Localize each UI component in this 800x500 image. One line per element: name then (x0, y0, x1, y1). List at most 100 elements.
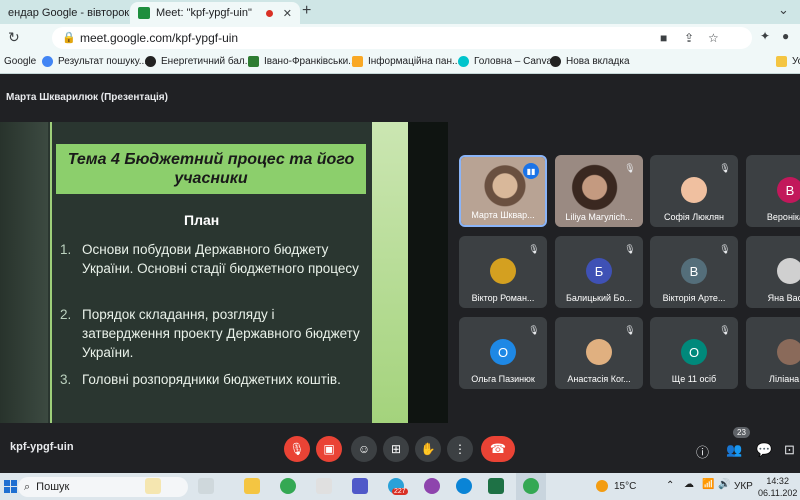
extensions-icon[interactable]: ✦ (760, 29, 770, 43)
item-number: 1. (60, 242, 72, 257)
bookmark-ivano-frankivsk[interactable]: Івано-Франківськи... (248, 56, 357, 67)
bookmark-label: Івано-Франківськи... (264, 56, 357, 67)
participant-count-badge: 23 (733, 427, 750, 438)
lock-icon[interactable]: 🔒 (62, 31, 76, 44)
mic-off-button[interactable]: 🎙 (284, 436, 310, 462)
bookmarks-bar: Google Результат пошуку... Енергетичний … (0, 52, 800, 74)
participant-tile[interactable]: В🎙Вероніка Н (746, 155, 800, 227)
present-button[interactable]: ⊞ (383, 436, 409, 462)
bookmark-energy[interactable]: Енергетичний бал... (145, 56, 253, 67)
file-explorer-icon[interactable] (244, 478, 260, 494)
widget-icon[interactable] (145, 478, 161, 494)
wifi-icon[interactable]: 📶 (702, 479, 714, 490)
bookmark-search-result[interactable]: Результат пошуку... (42, 56, 147, 67)
chat-icon[interactable]: 💬 (756, 442, 772, 458)
edge-icon[interactable] (456, 478, 472, 494)
participant-tile[interactable]: О 🎙 Ольга Пазинюк (459, 317, 547, 389)
participant-name: Марта Шквар... (471, 210, 535, 220)
item-number: 2. (60, 307, 72, 322)
omnibox[interactable]: 🔒 meet.google.com/kpf-ypgf-uin ■ ⇪ ☆ (52, 27, 752, 49)
presentation-slide: Тема 4 Бюджетний процес та його учасники… (0, 122, 448, 423)
tab-meet[interactable]: Meet: "kpf-ypgf-uin" ✕ (130, 2, 300, 24)
camera-icon[interactable]: ■ (660, 31, 667, 45)
mic-muted-icon: 🎙 (528, 324, 540, 335)
viber-icon[interactable] (424, 478, 440, 494)
excel-icon[interactable] (488, 478, 504, 494)
participant-tile[interactable]: О 🎙 Ще 11 осіб (650, 317, 738, 389)
mic-muted-icon: 🎙 (624, 324, 636, 335)
raise-hand-button[interactable]: ✋ (415, 436, 441, 462)
onedrive-icon[interactable]: ☁ (684, 479, 694, 490)
info-icon[interactable]: ⓘ (696, 442, 709, 461)
url-text[interactable]: meet.google.com/kpf-ypgf-uin (80, 31, 238, 45)
participant-tile[interactable]: 🎙 Софія Люклян (650, 155, 738, 227)
slide-plan-heading: План (184, 212, 220, 228)
participant-tile[interactable]: 🎙 Віктор Роман... (459, 236, 547, 308)
bookmark-label: Google (4, 56, 37, 67)
new-tab-icon[interactable]: + (302, 2, 311, 20)
profile-icon[interactable]: ● (782, 29, 789, 43)
bookmark-google[interactable]: Google (4, 56, 36, 67)
volume-icon[interactable]: 🔊 (718, 479, 730, 490)
slide-title: Тема 4 Бюджетний процес та його учасники (67, 150, 355, 187)
participant-tile[interactable]: 🎙 Анастасія Ког... (555, 317, 643, 389)
chrome-active-icon[interactable] (523, 478, 539, 494)
all-bookmarks[interactable]: Усі (776, 56, 800, 67)
participant-tile[interactable]: 🎙Ліліана Го (746, 317, 800, 389)
task-view-icon[interactable] (198, 478, 214, 494)
more-vert-icon: ⋮ (454, 442, 466, 456)
tray-chevron-icon[interactable]: ⌃ (666, 480, 674, 491)
tab-close-icon[interactable]: ✕ (283, 7, 292, 20)
tab-calendar[interactable]: ендар Google - вівторок, 7 ✕ (0, 2, 130, 24)
bookmark-new-tab[interactable]: Нова вкладка (550, 56, 630, 67)
participant-tile[interactable]: Б 🎙 Балицький Бо... (555, 236, 643, 308)
teams-icon[interactable] (352, 478, 368, 494)
globe-icon (145, 56, 156, 67)
participant-avatar (777, 258, 800, 284)
weather-temp[interactable]: 15°C (614, 481, 636, 492)
site-icon (248, 56, 259, 67)
minimize-icon[interactable]: ⌄ (778, 2, 789, 18)
search-label: Пошук (36, 481, 70, 493)
participant-tile[interactable]: 🎙Яна Васил (746, 236, 800, 308)
more-options-button[interactable]: ⋮ (447, 436, 473, 462)
camera-off-button[interactable]: ▣ (316, 436, 342, 462)
taskbar-clock[interactable]: 14:32 06.11.202 (758, 475, 797, 499)
slide-list-item: 1. Основи побудови Державного бюджету Ук… (60, 240, 360, 278)
emoji-button[interactable]: ☺ (351, 436, 377, 462)
bookmark-canva[interactable]: Головна – Canva (458, 56, 552, 67)
participant-tile[interactable]: ▮▮ Марта Шквар... (459, 155, 547, 227)
windows-start-icon[interactable] (4, 480, 17, 493)
participant-avatar: В (681, 258, 707, 284)
slide-right-edge (408, 122, 448, 423)
weather-icon[interactable] (596, 480, 608, 492)
taskbar-search[interactable]: ⌕ Пошук (18, 477, 188, 497)
participant-tile[interactable]: В 🎙 Вікторія Арте... (650, 236, 738, 308)
bookmark-star-icon[interactable]: ☆ (708, 31, 719, 45)
leave-call-button[interactable]: ☎ (481, 436, 515, 462)
site-icon (352, 56, 363, 67)
share-icon[interactable]: ⇪ (684, 31, 694, 45)
language-indicator[interactable]: УКР (734, 481, 753, 492)
search-icon: ⌕ (24, 480, 31, 493)
google-icon (42, 56, 53, 67)
slide-decoration (0, 122, 48, 423)
people-icon[interactable]: 👥 (726, 442, 742, 458)
globe-icon (550, 56, 561, 67)
participant-name: Ліліана Го (769, 374, 800, 384)
hand-icon: ✋ (420, 442, 436, 456)
present-icon: ⊞ (390, 442, 402, 456)
chrome-icon[interactable] (280, 478, 296, 494)
participant-tile[interactable]: 🎙 Liliya Maгуліch... (555, 155, 643, 227)
browser-tab-bar: ендар Google - вівторок, 7 ✕ Meet: "kpf-… (0, 0, 800, 24)
notepad-icon[interactable] (316, 478, 332, 494)
mic-muted-icon: 🎙 (719, 324, 731, 335)
participant-avatar: О (490, 339, 516, 365)
reload-icon[interactable]: ↻ (8, 29, 20, 46)
bookmark-label: Головна – Canva (474, 56, 553, 67)
participant-name: Софія Люклян (663, 212, 725, 222)
bookmark-info-panel[interactable]: Інформаційна пан... (352, 56, 460, 67)
activities-icon[interactable]: ⊡ (784, 442, 795, 458)
presenter-label: Марта Шкварилюк (Презентація) (6, 92, 168, 103)
bookmark-label: Усі (792, 56, 800, 67)
